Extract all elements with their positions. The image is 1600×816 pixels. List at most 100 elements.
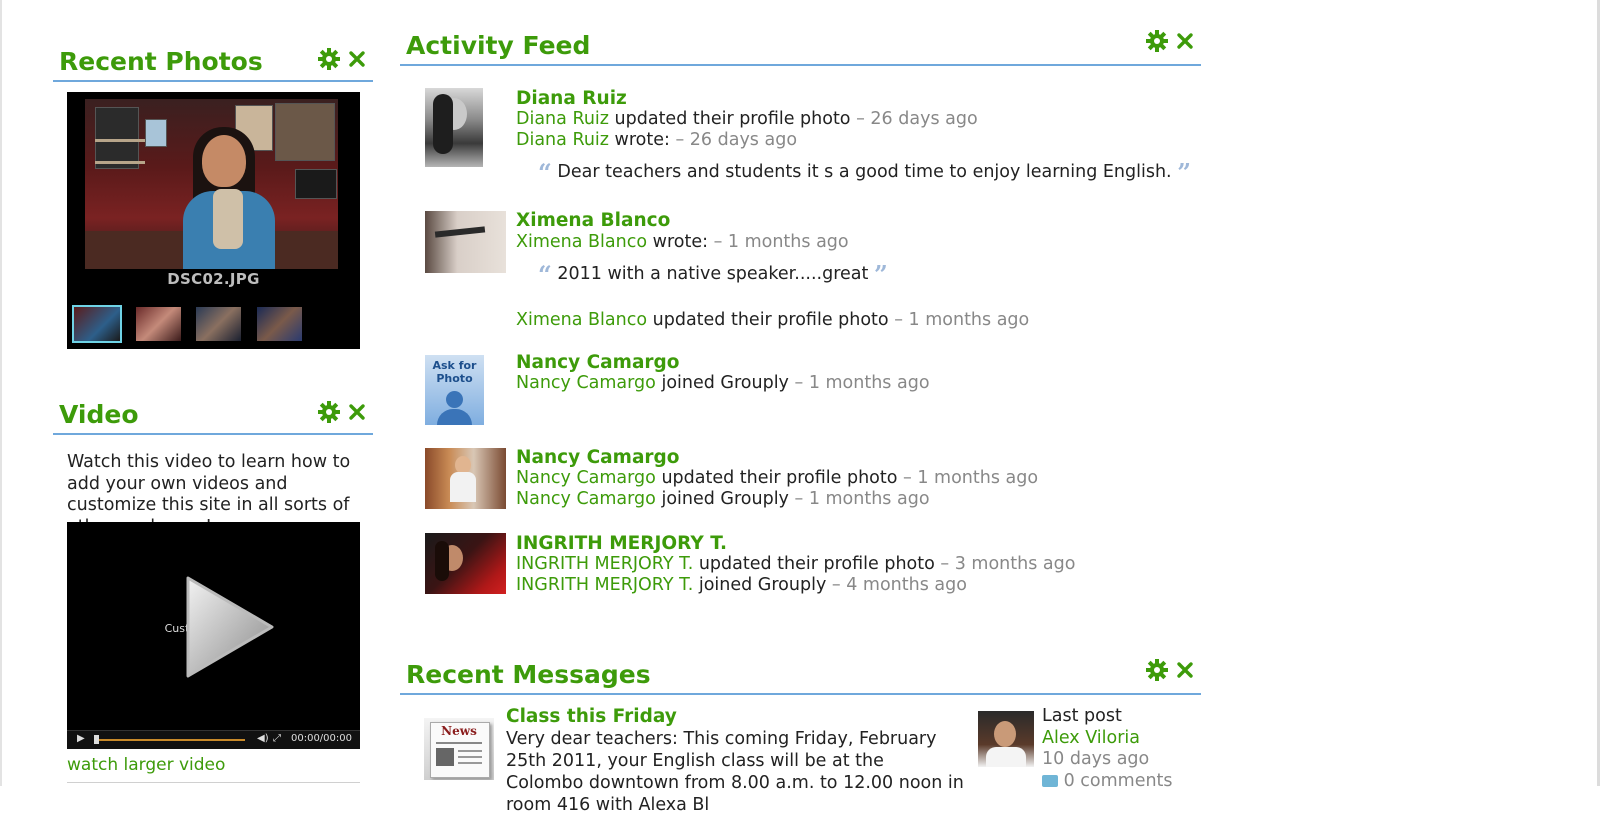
video-player[interactable]: Customize Videos ▶ ◀) ⤢ 00:00/00:00 xyxy=(67,522,360,749)
feed-action: updated their profile photo xyxy=(698,554,935,574)
main-photo[interactable] xyxy=(85,99,338,269)
watch-larger-video-link[interactable]: watch larger video xyxy=(67,755,225,775)
comments-count[interactable]: 0 comments xyxy=(1064,771,1173,791)
feed-author-name[interactable]: Nancy Camargo xyxy=(516,447,680,468)
open-quote-icon: “ xyxy=(538,260,552,289)
feed-quote: “ Dear teachers and students it s a good… xyxy=(538,158,1191,187)
feed-action: joined Grouply xyxy=(661,373,789,393)
feed-action: wrote: xyxy=(614,130,670,150)
gear-icon[interactable] xyxy=(318,48,340,70)
feed-user-link[interactable]: INGRITH MERJORY T. xyxy=(516,554,693,574)
video-control-bar[interactable]: ▶ ◀) ⤢ 00:00/00:00 xyxy=(67,730,360,749)
avatar[interactable] xyxy=(425,211,506,273)
feed-user-link[interactable]: Ximena Blanco xyxy=(516,232,647,252)
last-post-time: 10 days ago xyxy=(1042,749,1150,769)
gear-icon[interactable] xyxy=(1146,30,1168,52)
feed-action: updated their profile photo xyxy=(652,310,889,330)
avatar[interactable] xyxy=(425,88,483,167)
comment-icon xyxy=(1042,774,1058,787)
feed-line: Ximena Blanco wrote: – 1 months ago xyxy=(516,232,849,252)
video-time: 00:00/00:00 xyxy=(290,733,352,744)
feed-time: – 1 months ago xyxy=(794,489,930,509)
last-post-avatar[interactable] xyxy=(978,711,1034,767)
feed-action: updated their profile photo xyxy=(614,109,851,129)
left-page-edge xyxy=(0,0,2,786)
photo-slideshow[interactable]: DSC02.JPG xyxy=(67,92,360,349)
feed-time: – 4 months ago xyxy=(831,575,967,595)
feed-user-link[interactable]: INGRITH MERJORY T. xyxy=(516,575,693,595)
recent-photos-header: Recent Photos xyxy=(53,40,373,82)
activity-feed-title: Activity Feed xyxy=(406,31,591,60)
feed-author-name[interactable]: INGRITH MERJORY T. xyxy=(516,533,727,554)
feed-author-name[interactable]: Ximena Blanco xyxy=(516,210,670,231)
gear-icon[interactable] xyxy=(318,401,340,423)
feed-time: – 1 months ago xyxy=(794,373,930,393)
feed-quote: “ 2011 with a native speaker.....great ” xyxy=(538,260,888,289)
feed-line: INGRITH MERJORY T. joined Grouply – 4 mo… xyxy=(516,575,967,595)
feed-user-link[interactable]: Ximena Blanco xyxy=(516,310,647,330)
last-post-author-link[interactable]: Alex Viloria xyxy=(1042,728,1173,750)
feed-time: – 26 days ago xyxy=(675,130,798,150)
close-icon[interactable] xyxy=(346,401,368,423)
feed-action: updated their profile photo xyxy=(661,468,898,488)
avatar[interactable] xyxy=(425,448,506,509)
activity-feed-header: Activity Feed xyxy=(400,22,1201,66)
feed-line: Nancy Camargo updated their profile phot… xyxy=(516,468,1038,488)
video-progress-handle[interactable] xyxy=(94,735,99,744)
ask-for-photo-label: Ask for Photo xyxy=(432,359,477,385)
close-icon[interactable] xyxy=(346,48,368,70)
feed-author-name[interactable]: Nancy Camargo xyxy=(516,352,680,373)
feed-user-link[interactable]: Nancy Camargo xyxy=(516,489,656,509)
play-small-icon[interactable]: ▶ xyxy=(77,733,85,744)
gear-icon[interactable] xyxy=(1146,659,1168,681)
news-icon: News xyxy=(424,718,494,780)
last-post-info: Last post Alex Viloria 10 days ago 0 com… xyxy=(1042,706,1173,792)
last-post-label: Last post xyxy=(1042,706,1122,726)
feed-time: – 1 months ago xyxy=(713,232,849,252)
feed-user-link[interactable]: Nancy Camargo xyxy=(516,373,656,393)
divider xyxy=(67,782,360,783)
recent-messages-header: Recent Messages xyxy=(400,653,1201,695)
close-icon[interactable] xyxy=(1174,30,1196,52)
video-title: Video xyxy=(59,400,139,429)
feed-time: – 1 months ago xyxy=(894,310,1030,330)
feed-quote-text: 2011 with a native speaker.....great xyxy=(557,264,869,284)
person-icon xyxy=(446,391,463,408)
avatar[interactable] xyxy=(425,533,506,594)
volume-icon[interactable]: ◀) xyxy=(257,733,269,744)
close-icon[interactable] xyxy=(1174,659,1196,681)
play-icon[interactable] xyxy=(180,572,280,682)
feed-action: joined Grouply xyxy=(698,575,827,595)
fullscreen-icon[interactable]: ⤢ xyxy=(273,733,281,744)
ask-for-photo-avatar[interactable]: Ask for Photo xyxy=(425,355,484,425)
recent-photos-title: Recent Photos xyxy=(59,47,263,76)
photo-thumbnail-3[interactable] xyxy=(196,307,241,341)
close-quote-icon: ” xyxy=(1177,158,1192,187)
feed-author-name[interactable]: Diana Ruiz xyxy=(516,88,627,109)
recent-messages-title: Recent Messages xyxy=(406,660,651,689)
close-quote-icon: ” xyxy=(873,260,888,289)
photo-thumbnail-4[interactable] xyxy=(257,307,302,341)
feed-time: – 1 months ago xyxy=(903,468,1039,488)
message-title-link[interactable]: Class this Friday xyxy=(506,706,677,727)
feed-user-link[interactable]: Nancy Camargo xyxy=(516,468,656,488)
feed-user-link[interactable]: Diana Ruiz xyxy=(516,109,609,129)
news-icon-label: News xyxy=(441,724,477,738)
feed-user-link[interactable]: Diana Ruiz xyxy=(516,130,609,150)
feed-line: Nancy Camargo joined Grouply – 1 months … xyxy=(516,373,930,393)
open-quote-icon: “ xyxy=(538,158,552,187)
feed-line: Diana Ruiz wrote: – 26 days ago xyxy=(516,130,797,150)
feed-line: INGRITH MERJORY T. updated their profile… xyxy=(516,554,1075,574)
photo-thumbnail-2[interactable] xyxy=(136,307,181,341)
feed-line: Nancy Camargo joined Grouply – 1 months … xyxy=(516,489,930,509)
feed-line: Ximena Blanco updated their profile phot… xyxy=(516,310,1029,330)
photo-thumbnail-1[interactable] xyxy=(72,305,122,343)
comments-row[interactable]: 0 comments xyxy=(1042,771,1173,793)
feed-action: wrote: xyxy=(652,232,708,252)
feed-action: joined Grouply xyxy=(661,489,789,509)
message-excerpt: Very dear teachers: This coming Friday, … xyxy=(506,729,964,815)
feed-time: – 3 months ago xyxy=(940,554,1076,574)
video-progress-track[interactable] xyxy=(95,739,245,741)
feed-time: – 26 days ago xyxy=(856,109,978,129)
feed-quote-text: Dear teachers and students it s a good t… xyxy=(557,162,1172,182)
